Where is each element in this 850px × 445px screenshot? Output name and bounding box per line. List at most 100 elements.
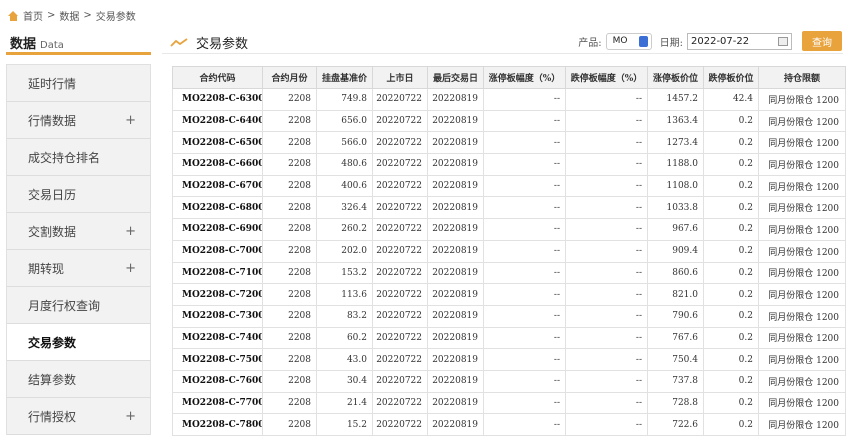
- table-cell: 2208: [262, 304, 317, 328]
- column-header: 跌停板幅度（%）: [565, 66, 648, 89]
- query-button[interactable]: 查询: [802, 31, 842, 51]
- table-cell: 0.2: [703, 304, 759, 328]
- table-cell: 0.2: [703, 391, 759, 415]
- table-cell: 790.6: [647, 304, 704, 328]
- sidebar-nav: 延时行情行情数据 + 成交持仓排名交易日历 交割数据 + 期转现 + 月度行权查询交易参数结算…: [6, 64, 151, 435]
- sidebar-item[interactable]: 结算参数: [7, 361, 150, 398]
- table-cell: 同月份限仓 1200: [758, 261, 846, 285]
- table-cell: 113.6: [316, 283, 373, 306]
- plus-icon[interactable]: +: [125, 224, 136, 239]
- sidebar-item-label: 行情数据: [28, 113, 77, 128]
- sidebar-item[interactable]: 成交持仓排名: [7, 139, 150, 176]
- sidebar-item-label: 延时行情: [28, 76, 77, 91]
- sidebar-item[interactable]: 行情数据 +: [7, 102, 150, 139]
- table-cell: MO2208-C-7400: [172, 326, 263, 350]
- date-label: 日期:: [659, 37, 683, 49]
- breadcrumb: 首页 > 数据 > 交易参数: [8, 8, 136, 23]
- trend-line-icon: [170, 37, 188, 47]
- table-cell: MO2208-C-6800: [172, 196, 263, 220]
- breadcrumb-home[interactable]: 首页: [23, 8, 43, 23]
- table-cell: 20220819: [427, 196, 484, 220]
- date-input[interactable]: 2022-07-22: [687, 32, 792, 50]
- table-cell: 20220819: [427, 88, 484, 111]
- table-cell: --: [565, 174, 648, 198]
- table-cell: --: [483, 174, 566, 198]
- table-cell: 909.4: [647, 239, 704, 263]
- table-cell: 同月份限仓 1200: [758, 218, 846, 241]
- table-cell: --: [565, 326, 648, 350]
- table-cell: --: [483, 369, 566, 393]
- table-cell: 2208: [262, 196, 317, 220]
- column-header: 最后交易日: [427, 66, 484, 89]
- table-cell: 同月份限仓 1200: [758, 196, 846, 220]
- table-cell: --: [483, 261, 566, 285]
- table-cell: MO2208-C-6500: [172, 131, 263, 155]
- table-cell: --: [483, 218, 566, 241]
- table-cell: 2208: [262, 391, 317, 415]
- sidebar-item[interactable]: 月度行权查询: [7, 287, 150, 324]
- table-cell: 1273.4: [647, 131, 704, 155]
- product-select[interactable]: MO: [605, 32, 652, 50]
- table-cell: 20220819: [427, 369, 484, 393]
- table-cell: 0.2: [703, 153, 759, 176]
- table-cell: 2208: [262, 348, 317, 371]
- plus-icon[interactable]: +: [125, 113, 136, 128]
- table-row: MO2208-C-7800 2208 15.2 20220722 20220819 -- -…: [172, 413, 846, 436]
- sidebar-item-label: 交易参数: [28, 335, 77, 350]
- table-cell: MO2208-C-7500: [172, 348, 263, 371]
- table-cell: 20220722: [372, 413, 428, 436]
- table-row: MO2208-C-6600 2208 480.6 20220722 20220819 --…: [172, 153, 846, 176]
- table-cell: 20220722: [372, 391, 428, 415]
- table-cell: 20220722: [372, 174, 428, 198]
- table-cell: --: [565, 196, 648, 220]
- table-cell: 737.8: [647, 369, 704, 393]
- table-cell: --: [483, 283, 566, 306]
- table-cell: --: [483, 348, 566, 371]
- table-row: MO2208-C-6500 2208 566.0 20220722 20220819 --…: [172, 131, 846, 155]
- sidebar-item-label: 结算参数: [28, 372, 77, 387]
- table-cell: MO2208-C-7700: [172, 391, 263, 415]
- breadcrumb-data[interactable]: 数据: [59, 8, 79, 23]
- table-cell: 20220819: [427, 413, 484, 436]
- home-icon[interactable]: [8, 10, 19, 21]
- table-row: MO2208-C-7600 2208 30.4 20220722 20220819 -- -…: [172, 369, 846, 393]
- sidebar-item-label: 成交持仓排名: [28, 150, 101, 165]
- column-header: 挂盘基准价: [316, 66, 373, 89]
- table-cell: 20220819: [427, 174, 484, 198]
- sidebar-item[interactable]: 交易参数: [7, 324, 150, 361]
- table-row: MO2208-C-6300 2208 749.8 20220722 20220819 --…: [172, 88, 846, 111]
- table-cell: --: [483, 109, 566, 133]
- sidebar-item[interactable]: 交割数据 +: [7, 213, 150, 250]
- table-cell: 2208: [262, 153, 317, 176]
- table-cell: 20220819: [427, 218, 484, 241]
- plus-icon[interactable]: +: [125, 409, 136, 424]
- sidebar-item[interactable]: 行情授权 +: [7, 398, 150, 435]
- column-header: 持仓限额: [758, 66, 846, 89]
- table-cell: 20220722: [372, 131, 428, 155]
- table-cell: 20220819: [427, 391, 484, 415]
- table-cell: 0.2: [703, 174, 759, 198]
- table-cell: 20220819: [427, 283, 484, 306]
- table-cell: 20220819: [427, 326, 484, 350]
- column-header: 涨停板幅度（%）: [483, 66, 566, 89]
- plus-icon[interactable]: +: [125, 261, 136, 276]
- table-cell: 20220722: [372, 283, 428, 306]
- table-cell: MO2208-C-6300: [172, 88, 263, 111]
- table-cell: 767.6: [647, 326, 704, 350]
- table-cell: 566.0: [316, 131, 373, 155]
- breadcrumb-current: 交易参数: [95, 12, 136, 23]
- sidebar-item-label: 期转现: [28, 261, 65, 276]
- table-cell: --: [565, 391, 648, 415]
- table-cell: 20220722: [372, 348, 428, 371]
- sidebar-item[interactable]: 交易日历: [7, 176, 150, 213]
- sidebar-item[interactable]: 期转现 +: [7, 250, 150, 287]
- table-cell: --: [483, 153, 566, 176]
- table-cell: 同月份限仓 1200: [758, 304, 846, 328]
- table-cell: 202.0: [316, 239, 373, 263]
- table-cell: 0.2: [703, 283, 759, 306]
- table-row: MO2208-C-6700 2208 400.6 20220722 20220819 --…: [172, 174, 846, 198]
- table-cell: 83.2: [316, 304, 373, 328]
- sidebar-item[interactable]: 延时行情: [7, 65, 150, 102]
- calendar-icon[interactable]: [778, 36, 788, 46]
- table-row: MO2208-C-6800 2208 326.4 20220722 20220819 --…: [172, 196, 846, 220]
